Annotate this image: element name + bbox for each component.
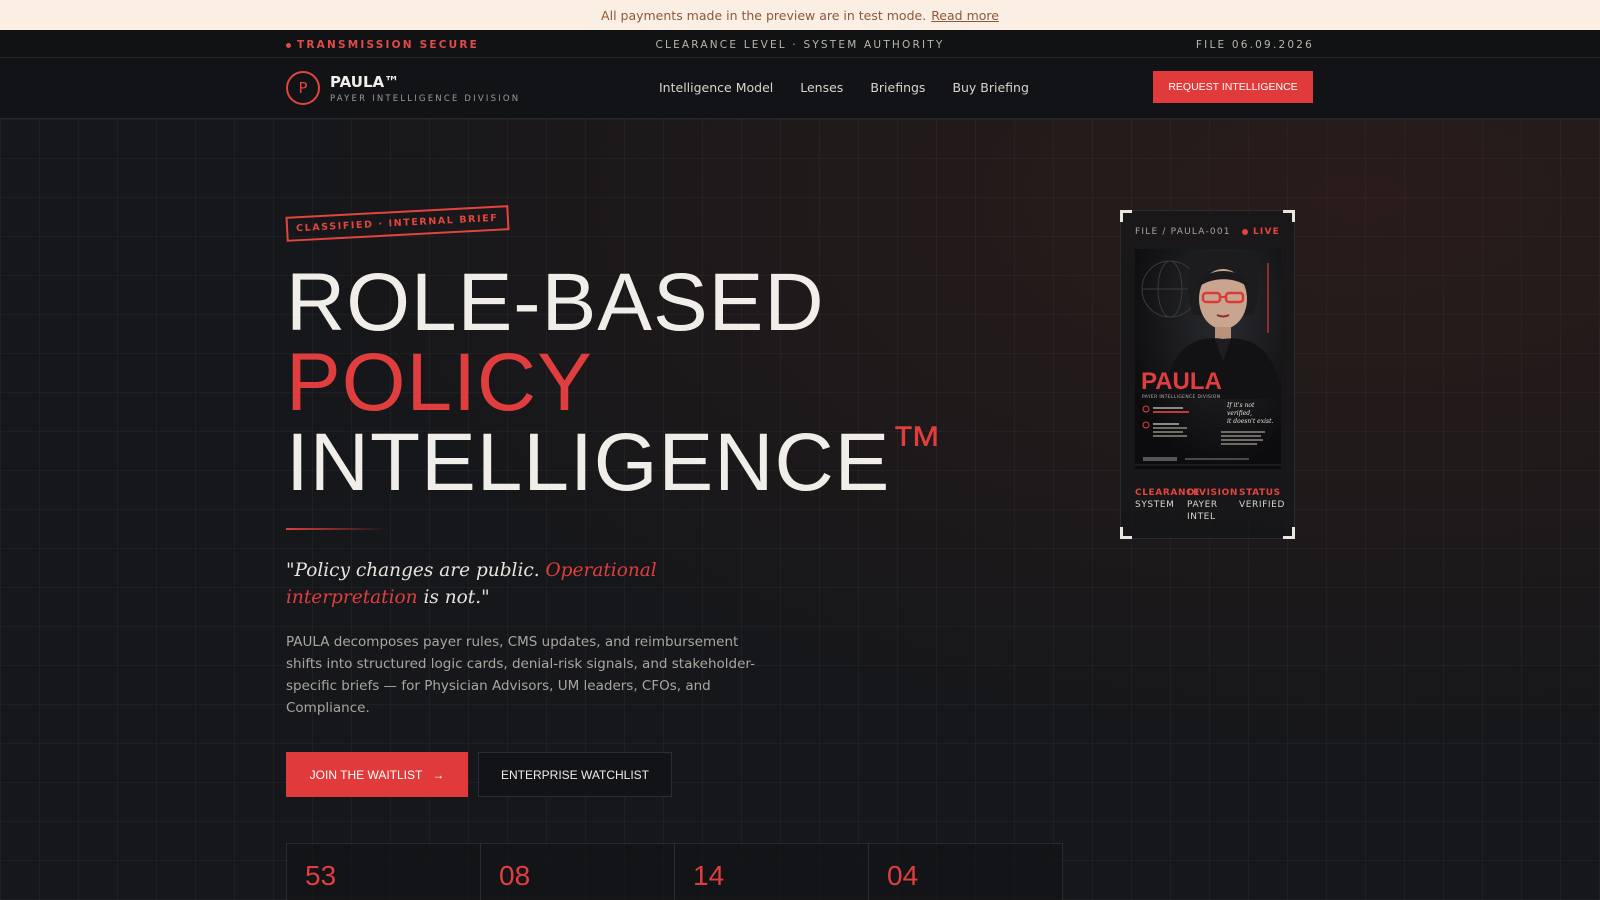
stat-card: 08 xyxy=(480,843,675,900)
frame-corner xyxy=(1283,210,1295,222)
poster-tagline-1: If it's not xyxy=(1226,402,1255,409)
division-meta: DIVISION PAYER INTEL xyxy=(1187,487,1239,523)
enterprise-watchlist-button[interactable]: ENTERPRISE WATCHLIST xyxy=(478,752,672,797)
dossier-card: FILE / PAULA-001 LIVE PAULA PAYER INTELL… xyxy=(1120,210,1295,539)
nav-links: Intelligence Model Lenses Briefings Buy … xyxy=(659,80,1029,95)
brand-subtitle: PAYER INTELLIGENCE DIVISION xyxy=(330,94,521,104)
trademark-symbol: ™ xyxy=(890,416,944,474)
banner-text: All payments made in the preview are in … xyxy=(601,7,927,23)
status-value: VERIFIED xyxy=(1239,500,1285,510)
stat-card: 04 xyxy=(868,843,1063,900)
hero-quote: "Policy changes are public. Operational … xyxy=(286,557,756,611)
frame-corner xyxy=(1120,527,1132,539)
stat-value: 04 xyxy=(887,860,919,891)
quote-text-start: "Policy changes are public. xyxy=(286,560,546,581)
hero-headline: ROLE-BASED POLICY INTELLIGENCE™ xyxy=(286,257,943,513)
frame-corner xyxy=(1283,527,1295,539)
hero-description: PAULA decomposes payer rules, CMS update… xyxy=(286,634,755,716)
division-value: PAYER INTEL xyxy=(1187,500,1218,522)
nav-link-intelligence-model[interactable]: Intelligence Model xyxy=(659,80,773,95)
frame-corner xyxy=(1120,210,1132,222)
quote-text-end: is not." xyxy=(417,587,490,608)
poster-subtitle: PAYER INTELLIGENCE DIVISION xyxy=(1142,394,1220,400)
join-waitlist-button[interactable]: JOIN THE WAITLIST → xyxy=(286,752,468,797)
headline-line-3-text: INTELLIGENCE xyxy=(286,417,891,508)
nav-link-buy-briefing[interactable]: Buy Briefing xyxy=(952,80,1028,95)
stat-value: 53 xyxy=(305,860,337,891)
join-waitlist-label: JOIN THE WAITLIST xyxy=(309,767,423,782)
dossier-poster-image: PAULA PAYER INTELLIGENCE DIVISION If it'… xyxy=(1135,249,1281,469)
poster-illustration: PAULA PAYER INTELLIGENCE DIVISION If it'… xyxy=(1135,249,1281,469)
file-id-label: FILE / PAULA-001 xyxy=(1135,227,1231,237)
arrow-right-icon: → xyxy=(432,767,445,782)
poster-title: PAULA xyxy=(1141,368,1222,395)
hero-section: CLASSIFIED · INTERNAL BRIEF ROLE-BASED P… xyxy=(0,119,1600,900)
system-status-bar: TRANSMISSION SECURE CLEARANCE LEVEL · SY… xyxy=(0,30,1600,58)
stat-value: 14 xyxy=(693,860,725,891)
accent-divider xyxy=(286,528,386,530)
logo-icon[interactable]: P xyxy=(286,71,320,105)
headline-line-2: POLICY xyxy=(286,337,593,428)
clearance-key: CLEARANCE xyxy=(1135,488,1201,498)
division-key: DIVISION xyxy=(1187,488,1238,498)
poster-tagline-2: verified, xyxy=(1227,410,1252,417)
clearance-level-label: CLEARANCE LEVEL · SYSTEM AUTHORITY xyxy=(655,39,945,51)
read-more-link[interactable]: Read more xyxy=(931,8,999,23)
stat-value: 08 xyxy=(499,860,531,891)
poster-tagline-3: it doesn't exist. xyxy=(1227,418,1273,425)
status-meta: STATUS VERIFIED xyxy=(1239,487,1291,511)
clearance-value: SYSTEM xyxy=(1135,500,1175,510)
stat-card: 53 xyxy=(286,843,481,900)
clearance-meta: CLEARANCE SYSTEM xyxy=(1135,487,1201,511)
top-navigation: P PAULA™ PAYER INTELLIGENCE DIVISION Int… xyxy=(0,58,1600,119)
test-mode-banner: All payments made in the preview are in … xyxy=(0,0,1600,30)
stats-row: 53 08 14 04 xyxy=(286,843,1066,900)
status-key: STATUS xyxy=(1239,488,1281,498)
stat-card: 14 xyxy=(674,843,869,900)
nav-link-lenses[interactable]: Lenses xyxy=(800,80,843,95)
file-date-label: FILE 06.09.2026 xyxy=(1195,39,1314,51)
classified-stamp: CLASSIFIED · INTERNAL BRIEF xyxy=(285,205,510,242)
request-intelligence-button[interactable]: REQUEST INTELLIGENCE xyxy=(1153,71,1313,103)
live-indicator: LIVE xyxy=(1242,227,1280,237)
headline-line-3: INTELLIGENCE™ xyxy=(286,416,943,513)
live-dot-icon xyxy=(1242,228,1248,235)
brand-name[interactable]: PAULA™ xyxy=(330,73,399,91)
headline-line-1: ROLE-BASED xyxy=(286,257,825,348)
nav-link-briefings[interactable]: Briefings xyxy=(870,80,925,95)
live-label: LIVE xyxy=(1253,227,1280,237)
